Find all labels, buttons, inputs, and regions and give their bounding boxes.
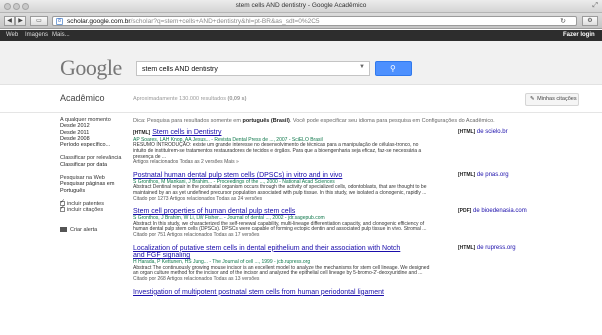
- fulltext-format: [HTML]: [458, 171, 476, 178]
- action-button[interactable]: ⚙: [582, 16, 598, 26]
- back-button[interactable]: ◀: [4, 16, 15, 26]
- result-fulltext-link[interactable]: [HTML] de scielo.br: [458, 129, 508, 135]
- result-meta-links[interactable]: Citado por 751 Artigos relacionados Toda…: [133, 232, 585, 239]
- result-count-text: Aproximadamente 130.000 resultados: [133, 96, 228, 102]
- address-bar[interactable]: 8 scholar.google.com.br/scholar?q=stem+c…: [52, 16, 577, 26]
- result-meta-links[interactable]: Artigos relacionados Todas as 2 versões …: [133, 159, 585, 166]
- create-alert-link[interactable]: Criar alerta: [60, 226, 128, 233]
- gbar-images-link[interactable]: Imagens: [25, 32, 48, 38]
- my-citations-button[interactable]: ✎ Minhas citações: [525, 93, 579, 106]
- result-title[interactable]: Stem cells in Dentistry: [152, 129, 221, 136]
- browser-toolbar: ◀ ▶ ▭ 8 scholar.google.com.br/scholar?q=…: [0, 13, 602, 29]
- result-meta-links[interactable]: Citado por 268 Artigos relacionados Toda…: [133, 276, 585, 283]
- envelope-icon: [60, 226, 67, 232]
- google-bar: Web Imagens Mais... Fazer login: [0, 30, 602, 41]
- result-fulltext-link[interactable]: [HTML] de rupress.org: [458, 245, 516, 251]
- result-title[interactable]: Investigation of multipotent postnatal s…: [133, 289, 384, 296]
- window-titlebar: stem cells AND dentistry - Google Acadêm…: [0, 0, 602, 13]
- reader-icon: ▭: [36, 18, 42, 24]
- window-title: stem cells AND dentistry - Google Acadêm…: [235, 2, 367, 9]
- include-patents-label: incluir patentes: [67, 200, 104, 207]
- tip-suffix: . Você pode especificar seu idioma para …: [289, 118, 495, 124]
- fullscreen-icon[interactable]: ⤢: [592, 2, 598, 10]
- my-citations-label: Minhas citações: [537, 96, 577, 102]
- language-tip: Dica: Pesquisa para resultados somente e…: [133, 118, 585, 124]
- search-header: Google ▼ ⚲: [0, 41, 602, 85]
- result-meta-links[interactable]: Citado por 1273 Artigos relacionados Tod…: [133, 196, 585, 203]
- gbar-more-link[interactable]: Mais...: [52, 32, 70, 38]
- checkbox-checked[interactable]: [60, 205, 65, 213]
- google-logo[interactable]: Google: [60, 55, 122, 81]
- results-list: Dica: Pesquisa para resultados somente e…: [133, 118, 585, 302]
- pencil-icon: ✎: [530, 96, 535, 102]
- bookmarks-button[interactable]: ▭: [30, 16, 48, 26]
- fulltext-source[interactable]: de rupress.org: [477, 245, 516, 251]
- favicon-icon: 8: [56, 18, 63, 25]
- results-strip: Acadêmico Aproximadamente 130.000 result…: [0, 86, 602, 113]
- result-item: Postnatal human dental pulp stem cells (…: [133, 172, 585, 202]
- login-link[interactable]: Fazer login: [563, 32, 595, 38]
- search-box[interactable]: ▼: [136, 61, 370, 76]
- fulltext-source[interactable]: de bioedenasia.com: [473, 208, 527, 214]
- result-snippet: RESUMO INTRODUÇÃO: existe um grande inte…: [133, 142, 422, 160]
- sort-by-relevance[interactable]: Classificar por relevância: [60, 155, 128, 161]
- url-text: scholar.google.com.br/scholar?q=stem+cel…: [67, 18, 320, 25]
- result-title-link[interactable]: Investigation of multipotent postnatal s…: [133, 289, 463, 297]
- fulltext-format: [HTML]: [458, 129, 476, 135]
- forward-button[interactable]: ▶: [15, 16, 26, 26]
- create-alert-label: Criar alerta: [70, 226, 98, 233]
- result-count: Aproximadamente 130.000 resultados (0,09…: [133, 96, 246, 102]
- result-item: Localization of putative stem cells in d…: [133, 245, 585, 283]
- url-host: scholar.google.com.br: [67, 18, 131, 25]
- result-item: Investigation of multipotent postnatal s…: [133, 289, 585, 297]
- tip-language[interactable]: português (Brasil): [242, 118, 289, 124]
- gear-icon: ⚙: [587, 18, 593, 24]
- result-snippet: Abstract Dentinal repair in the postnata…: [133, 184, 427, 196]
- fulltext-source[interactable]: de scielo.br: [477, 129, 508, 135]
- fulltext-source[interactable]: de pnas.org: [477, 172, 509, 178]
- search-input[interactable]: [142, 63, 352, 75]
- section-title: Acadêmico: [60, 93, 105, 103]
- gbar-web-link[interactable]: Web: [6, 32, 18, 38]
- result-time: (0,09 s): [227, 96, 247, 102]
- filter-sidebar: A qualquer momento Desde 2012 Desde 2011…: [60, 117, 128, 233]
- url-path: /scholar?q=stem+cells+AND+dentistry&hl=p…: [130, 18, 320, 25]
- search-button[interactable]: ⚲: [375, 61, 412, 76]
- result-fulltext-link[interactable]: [PDF] de bioedenasia.com: [458, 208, 527, 214]
- search-icon: ⚲: [390, 64, 396, 73]
- result-title-link[interactable]: Localization of putative stem cells in d…: [133, 245, 403, 260]
- fulltext-format: [PDF]: [458, 208, 472, 215]
- result-fulltext-link[interactable]: [HTML] de pnas.org: [458, 172, 509, 178]
- reload-icon[interactable]: ↻: [560, 17, 566, 25]
- result-item: [HTML] Stem cells in Dentistry AP Soares,…: [133, 129, 585, 166]
- result-title[interactable]: Postnatal human dental pulp stem cells (…: [133, 172, 342, 179]
- fulltext-format: [HTML]: [458, 244, 476, 251]
- result-item: Stem cell properties of human dental pul…: [133, 208, 585, 238]
- include-citations-label: incluir citações: [67, 207, 104, 214]
- tip-prefix: Dica: Pesquisa para resultados somente e…: [133, 118, 243, 124]
- result-title[interactable]: Localization of putative stem cells in d…: [133, 245, 400, 260]
- chevron-down-icon[interactable]: ▼: [359, 64, 365, 70]
